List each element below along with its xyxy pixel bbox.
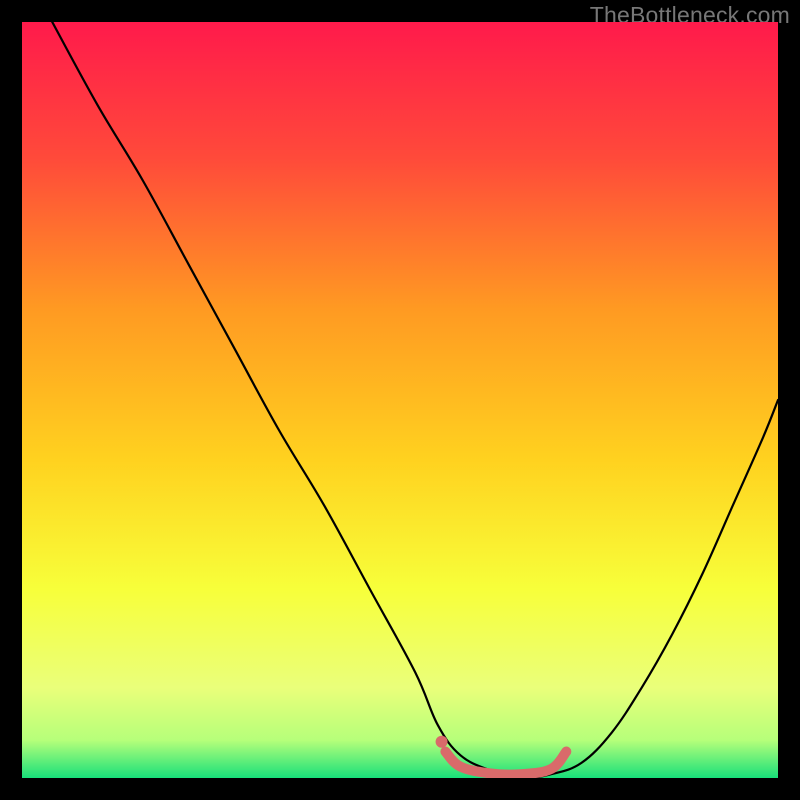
- chart-svg: [22, 22, 778, 778]
- chart-frame: TheBottleneck.com: [0, 0, 800, 800]
- plot-area: [22, 22, 778, 778]
- gradient-background: [22, 22, 778, 778]
- optimal-range-dot: [436, 736, 448, 748]
